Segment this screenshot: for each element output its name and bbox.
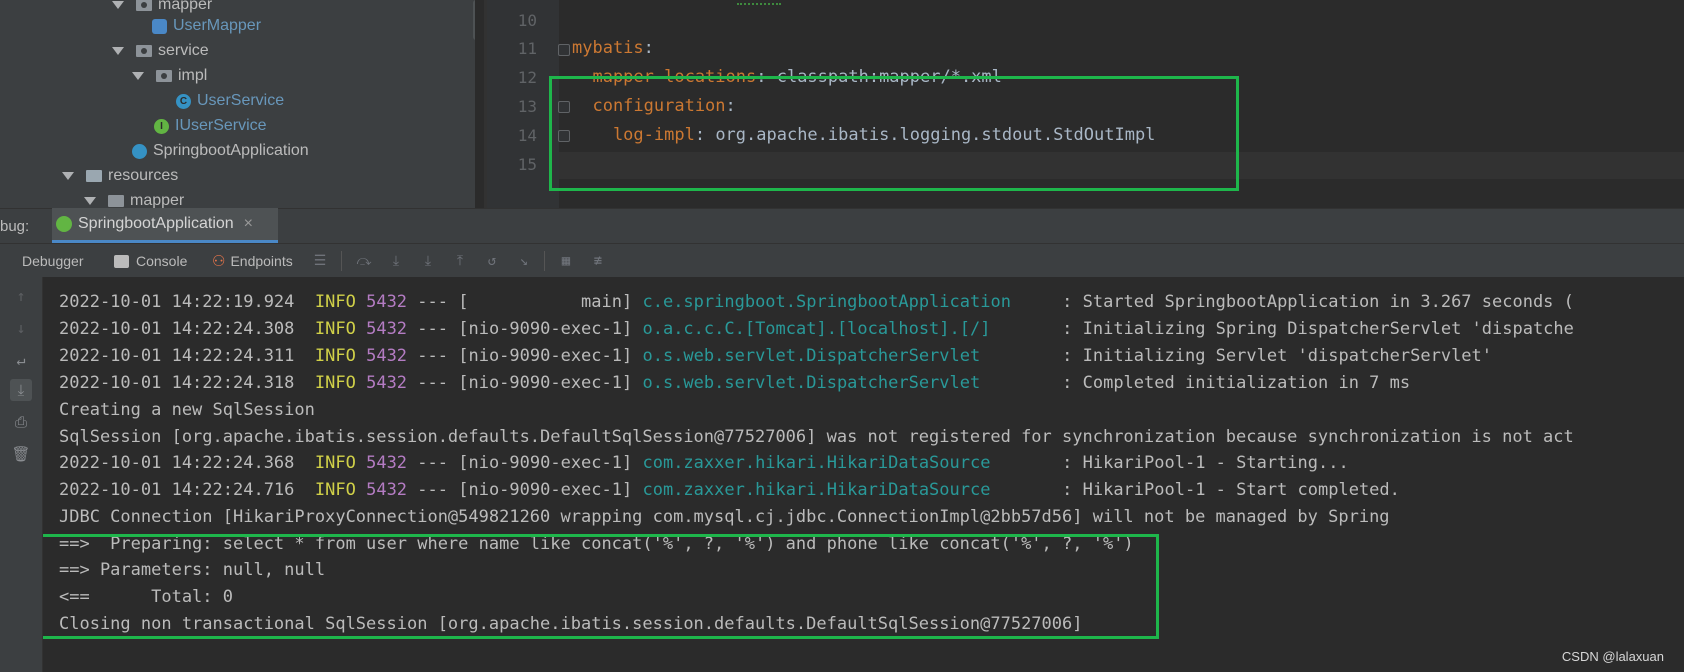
chevron-down-icon[interactable]	[62, 172, 74, 180]
down-arrow-icon[interactable]: ↓	[10, 317, 32, 339]
resources-folder-icon	[86, 170, 102, 182]
line-number: 10	[517, 11, 537, 30]
highlight-box-config	[549, 76, 1239, 191]
watermark: CSDN @lalaxuan	[1561, 649, 1664, 664]
step-out-icon[interactable]: ⤒	[452, 253, 468, 269]
force-step-into-icon[interactable]: ⤓	[420, 253, 436, 269]
drop-frame-icon[interactable]: ↺	[484, 253, 500, 269]
tree-item-iuserservice[interactable]: I IUserService	[154, 115, 267, 137]
tree-item-mapper-package[interactable]: mapper	[112, 0, 212, 16]
spellcheck-underline	[737, 0, 781, 5]
step-into-icon[interactable]: ⤓	[388, 253, 404, 269]
toolbar-separator	[341, 251, 342, 271]
class-icon: C	[176, 93, 191, 109]
tab-debugger[interactable]: Debugger	[22, 244, 84, 278]
tree-item-impl[interactable]: impl	[132, 65, 207, 87]
package-icon	[136, 45, 152, 57]
scroll-to-end-icon[interactable]: ⤓	[10, 379, 32, 401]
tree-item-mapper-folder[interactable]: mapper	[84, 190, 184, 208]
debug-label: bug:	[0, 218, 30, 235]
evaluate-icon[interactable]: ▦	[558, 253, 574, 269]
mapper-icon	[152, 18, 167, 34]
chevron-down-icon[interactable]	[132, 72, 144, 80]
log-line: JDBC Connection [HikariProxyConnection@5…	[59, 507, 1390, 527]
folder-icon	[108, 195, 124, 207]
soft-wrap-icon[interactable]: ↵	[10, 349, 32, 371]
code-editor[interactable]: 10 11 12 13 14 15 mybatis: mapper-locati…	[487, 0, 1684, 208]
chevron-down-icon[interactable]	[112, 47, 124, 55]
interface-icon: I	[154, 118, 169, 134]
code-line-11: mybatis:	[572, 38, 654, 58]
print-icon[interactable]: ⎙	[10, 411, 32, 433]
log-line: SqlSession [org.apache.ibatis.session.de…	[59, 427, 1574, 447]
run-to-cursor-icon[interactable]: ↘	[516, 253, 532, 269]
log-line: 2022-10-01 14:22:24.716 INFO 5432 --- [n…	[59, 480, 1400, 500]
endpoints-icon: ⚇	[212, 253, 226, 270]
toolbar-separator	[544, 251, 545, 271]
chevron-down-icon[interactable]	[112, 1, 124, 9]
close-icon[interactable]: ×	[244, 215, 253, 233]
line-number: 12	[517, 68, 537, 87]
package-icon	[156, 70, 172, 82]
line-number: 11	[517, 39, 537, 58]
tree-item-resources[interactable]: resources	[62, 165, 178, 187]
console-side-toolbar: ↑ ↓ ↵ ⤓ ⎙ 🗑	[0, 277, 43, 672]
fold-icon[interactable]	[558, 44, 570, 56]
tab-endpoints[interactable]: ⚇ Endpoints	[212, 244, 293, 278]
trash-icon[interactable]: 🗑	[10, 443, 32, 465]
debug-toolbar: Debugger Console ⚇ Endpoints ☰ ⤼ ⤓ ⤓ ⤒ ↺…	[0, 243, 1684, 279]
console-output[interactable]: 2022-10-01 14:22:19.924 INFO 5432 --- [ …	[43, 277, 1684, 672]
chevron-down-icon[interactable]	[84, 197, 96, 205]
line-number: 14	[517, 126, 537, 145]
log-line: 2022-10-01 14:22:24.308 INFO 5432 --- [n…	[59, 319, 1574, 339]
up-arrow-icon[interactable]: ↑	[10, 285, 32, 307]
menu-icon[interactable]: ☰	[312, 253, 328, 269]
step-over-icon[interactable]: ⤼	[356, 253, 372, 269]
trace-icon[interactable]: ≢	[590, 253, 606, 269]
spring-boot-class-icon	[132, 143, 147, 159]
log-line: 2022-10-01 14:22:24.318 INFO 5432 --- [n…	[59, 373, 1411, 393]
log-line: 2022-10-01 14:22:24.311 INFO 5432 --- [n…	[59, 346, 1493, 366]
tree-item-usermapper[interactable]: UserMapper	[152, 15, 261, 37]
project-tree: mapper UserMapper service impl C UserSer…	[0, 0, 475, 208]
tab-console[interactable]: Console	[114, 244, 187, 278]
log-line: 2022-10-01 14:22:24.368 INFO 5432 --- [n…	[59, 453, 1349, 473]
line-number: 13	[517, 97, 537, 116]
tree-item-userservice[interactable]: C UserService	[176, 90, 284, 112]
log-line: Creating a new SqlSession	[59, 400, 315, 420]
package-icon	[136, 0, 152, 11]
tree-item-springbootapplication[interactable]: SpringbootApplication	[132, 140, 309, 162]
tree-item-service[interactable]: service	[112, 40, 209, 62]
console-icon	[114, 254, 129, 268]
highlight-box-sql	[43, 534, 1159, 639]
line-number: 15	[517, 155, 537, 174]
tree-scrollbar[interactable]	[473, 0, 475, 40]
tab-springbootapplication[interactable]: SpringbootApplication ×	[52, 208, 278, 243]
log-line: 2022-10-01 14:22:19.924 INFO 5432 --- [ …	[59, 292, 1574, 312]
spring-run-icon	[56, 216, 72, 232]
